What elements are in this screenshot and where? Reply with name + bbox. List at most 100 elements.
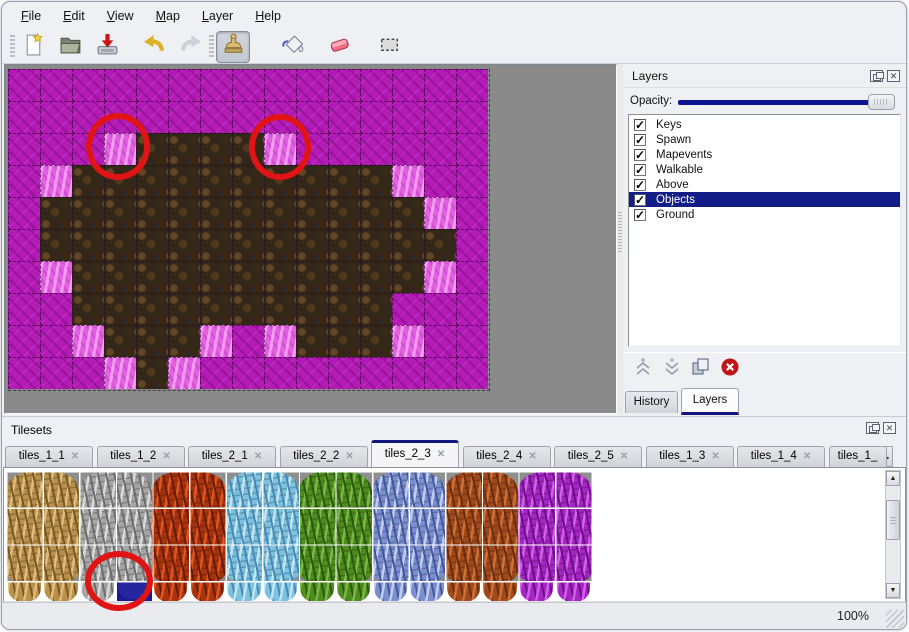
tileset-tile-foot[interactable] xyxy=(81,582,115,602)
close-tab-icon[interactable]: ✕ xyxy=(162,451,170,462)
map-tile-brown[interactable] xyxy=(232,133,264,165)
map-tile-magenta[interactable] xyxy=(40,101,72,133)
map-tile-brown[interactable] xyxy=(264,229,296,261)
map-tile-magenta[interactable] xyxy=(392,293,424,325)
map-tile-brown[interactable] xyxy=(104,325,136,357)
map-tile-brown[interactable] xyxy=(232,261,264,293)
map-tile-magenta[interactable] xyxy=(8,133,40,165)
map-tile-brown[interactable] xyxy=(328,197,360,229)
map-tile-magenta[interactable] xyxy=(8,261,40,293)
scrollbar-thumb[interactable] xyxy=(886,500,900,540)
map-tile-brown[interactable] xyxy=(200,197,232,229)
close-tab-icon[interactable]: ✕ xyxy=(345,451,353,462)
map-tile-magenta[interactable] xyxy=(232,69,264,101)
scroll-down-icon[interactable]: ▼ xyxy=(886,583,900,598)
map-tile-brown[interactable] xyxy=(232,229,264,261)
map-tile-brown[interactable] xyxy=(168,293,200,325)
close-tab-icon[interactable]: ✕ xyxy=(437,449,445,460)
delete-layer-button[interactable] xyxy=(720,357,740,377)
map-tile-magenta[interactable] xyxy=(232,325,264,357)
tileset-tile-foot[interactable] xyxy=(8,582,42,602)
menu-edit[interactable]: Edit xyxy=(52,5,96,27)
map-tile-brown[interactable] xyxy=(72,165,104,197)
map-tile-brown[interactable] xyxy=(104,197,136,229)
map-tile-magenta[interactable] xyxy=(296,357,328,389)
tileset-tile-foot[interactable] xyxy=(264,582,298,602)
map-tile-magenta[interactable] xyxy=(424,69,456,101)
close-tab-icon[interactable]: ✕ xyxy=(711,451,719,462)
tileset-tile-foot[interactable] xyxy=(191,582,225,602)
tileset-tab-tiles_1_4[interactable]: tiles_1_4✕ xyxy=(737,446,825,467)
menu-layer[interactable]: Layer xyxy=(191,5,244,27)
map-tile-brown[interactable] xyxy=(360,261,392,293)
map-tile-brown[interactable] xyxy=(136,357,168,389)
map-tile-magenta[interactable] xyxy=(8,229,40,261)
map-tile-brown[interactable] xyxy=(136,229,168,261)
menu-map[interactable]: Map xyxy=(145,5,191,27)
map-tile-magenta[interactable] xyxy=(456,133,488,165)
map-tile-brown[interactable] xyxy=(200,293,232,325)
map-tile-brown[interactable] xyxy=(40,197,72,229)
map-tile-brown[interactable] xyxy=(104,229,136,261)
map-tile-pink[interactable] xyxy=(264,133,296,165)
map-tile-magenta[interactable] xyxy=(136,69,168,101)
map-tile-magenta[interactable] xyxy=(40,293,72,325)
stamp-tool-button[interactable] xyxy=(216,31,250,63)
map-tile-pink[interactable] xyxy=(424,197,456,229)
map-tile-magenta[interactable] xyxy=(8,325,40,357)
map-tile-pink[interactable] xyxy=(424,261,456,293)
tileset-tab-tiles_2_1[interactable]: tiles_2_1✕ xyxy=(188,446,276,467)
float-panel-icon[interactable] xyxy=(870,70,883,82)
map-tile-brown[interactable] xyxy=(136,325,168,357)
tileset-tile-foot[interactable] xyxy=(44,582,78,602)
map-tile-brown[interactable] xyxy=(40,229,72,261)
layer-visibility-checkbox[interactable] xyxy=(634,164,646,176)
map-tile-magenta[interactable] xyxy=(328,69,360,101)
layer-row-spawn[interactable]: Spawn xyxy=(629,132,900,147)
layer-row-walkable[interactable]: Walkable xyxy=(629,162,900,177)
open-button[interactable] xyxy=(55,32,85,62)
close-tab-icon[interactable]: ✕ xyxy=(71,451,79,462)
tileset-tab-tiles_1_[interactable]: tiles_1_ xyxy=(829,446,887,467)
tileset-tile-foot[interactable] xyxy=(410,582,444,602)
map-tile-pink[interactable] xyxy=(40,261,72,293)
map-tile-brown[interactable] xyxy=(136,133,168,165)
tileset-tab-tiles_2_4[interactable]: tiles_2_4✕ xyxy=(463,446,551,467)
map-tile-brown[interactable] xyxy=(328,229,360,261)
map-tile-brown[interactable] xyxy=(104,165,136,197)
map-tile-magenta[interactable] xyxy=(104,101,136,133)
map-tile-magenta[interactable] xyxy=(328,133,360,165)
map-tile-magenta[interactable] xyxy=(456,357,488,389)
map-tile-brown[interactable] xyxy=(360,165,392,197)
resize-grip[interactable] xyxy=(886,610,904,628)
selected-tile[interactable] xyxy=(116,582,152,602)
map-tile-magenta[interactable] xyxy=(168,101,200,133)
map-tile-brown[interactable] xyxy=(264,261,296,293)
map-tile-pink[interactable] xyxy=(392,325,424,357)
duplicate-layer-button[interactable] xyxy=(691,357,711,377)
map-tile-brown[interactable] xyxy=(72,197,104,229)
map-tile-magenta[interactable] xyxy=(8,293,40,325)
map-tile-brown[interactable] xyxy=(104,293,136,325)
map-tile-magenta[interactable] xyxy=(424,165,456,197)
map-tile-brown[interactable] xyxy=(168,133,200,165)
close-tab-icon[interactable]: ✕ xyxy=(620,451,628,462)
map-tile-magenta[interactable] xyxy=(72,357,104,389)
map-tile-brown[interactable] xyxy=(200,229,232,261)
tileset-tab-tiles_2_3[interactable]: tiles_2_3✕ xyxy=(371,440,459,467)
tileset-tab-tiles_1_2[interactable]: tiles_1_2✕ xyxy=(97,446,185,467)
map-tile-brown[interactable] xyxy=(168,229,200,261)
tileset-canvas[interactable]: ▲ ▼ xyxy=(3,467,906,602)
tileset-tab-tiles_2_2[interactable]: tiles_2_2✕ xyxy=(280,446,368,467)
map-tile-magenta[interactable] xyxy=(456,69,488,101)
map-tile-magenta[interactable] xyxy=(456,293,488,325)
map-tile-magenta[interactable] xyxy=(232,101,264,133)
layer-visibility-checkbox[interactable] xyxy=(634,209,646,221)
map-tile-brown[interactable] xyxy=(104,261,136,293)
lower-layer-button[interactable] xyxy=(662,357,682,377)
scroll-up-icon[interactable]: ▲ xyxy=(886,471,900,486)
tab-layers[interactable]: Layers xyxy=(681,388,739,415)
map-tile-brown[interactable] xyxy=(232,197,264,229)
tileset-scrollbar[interactable]: ▲ ▼ xyxy=(885,470,901,599)
map-tile-brown[interactable] xyxy=(328,325,360,357)
